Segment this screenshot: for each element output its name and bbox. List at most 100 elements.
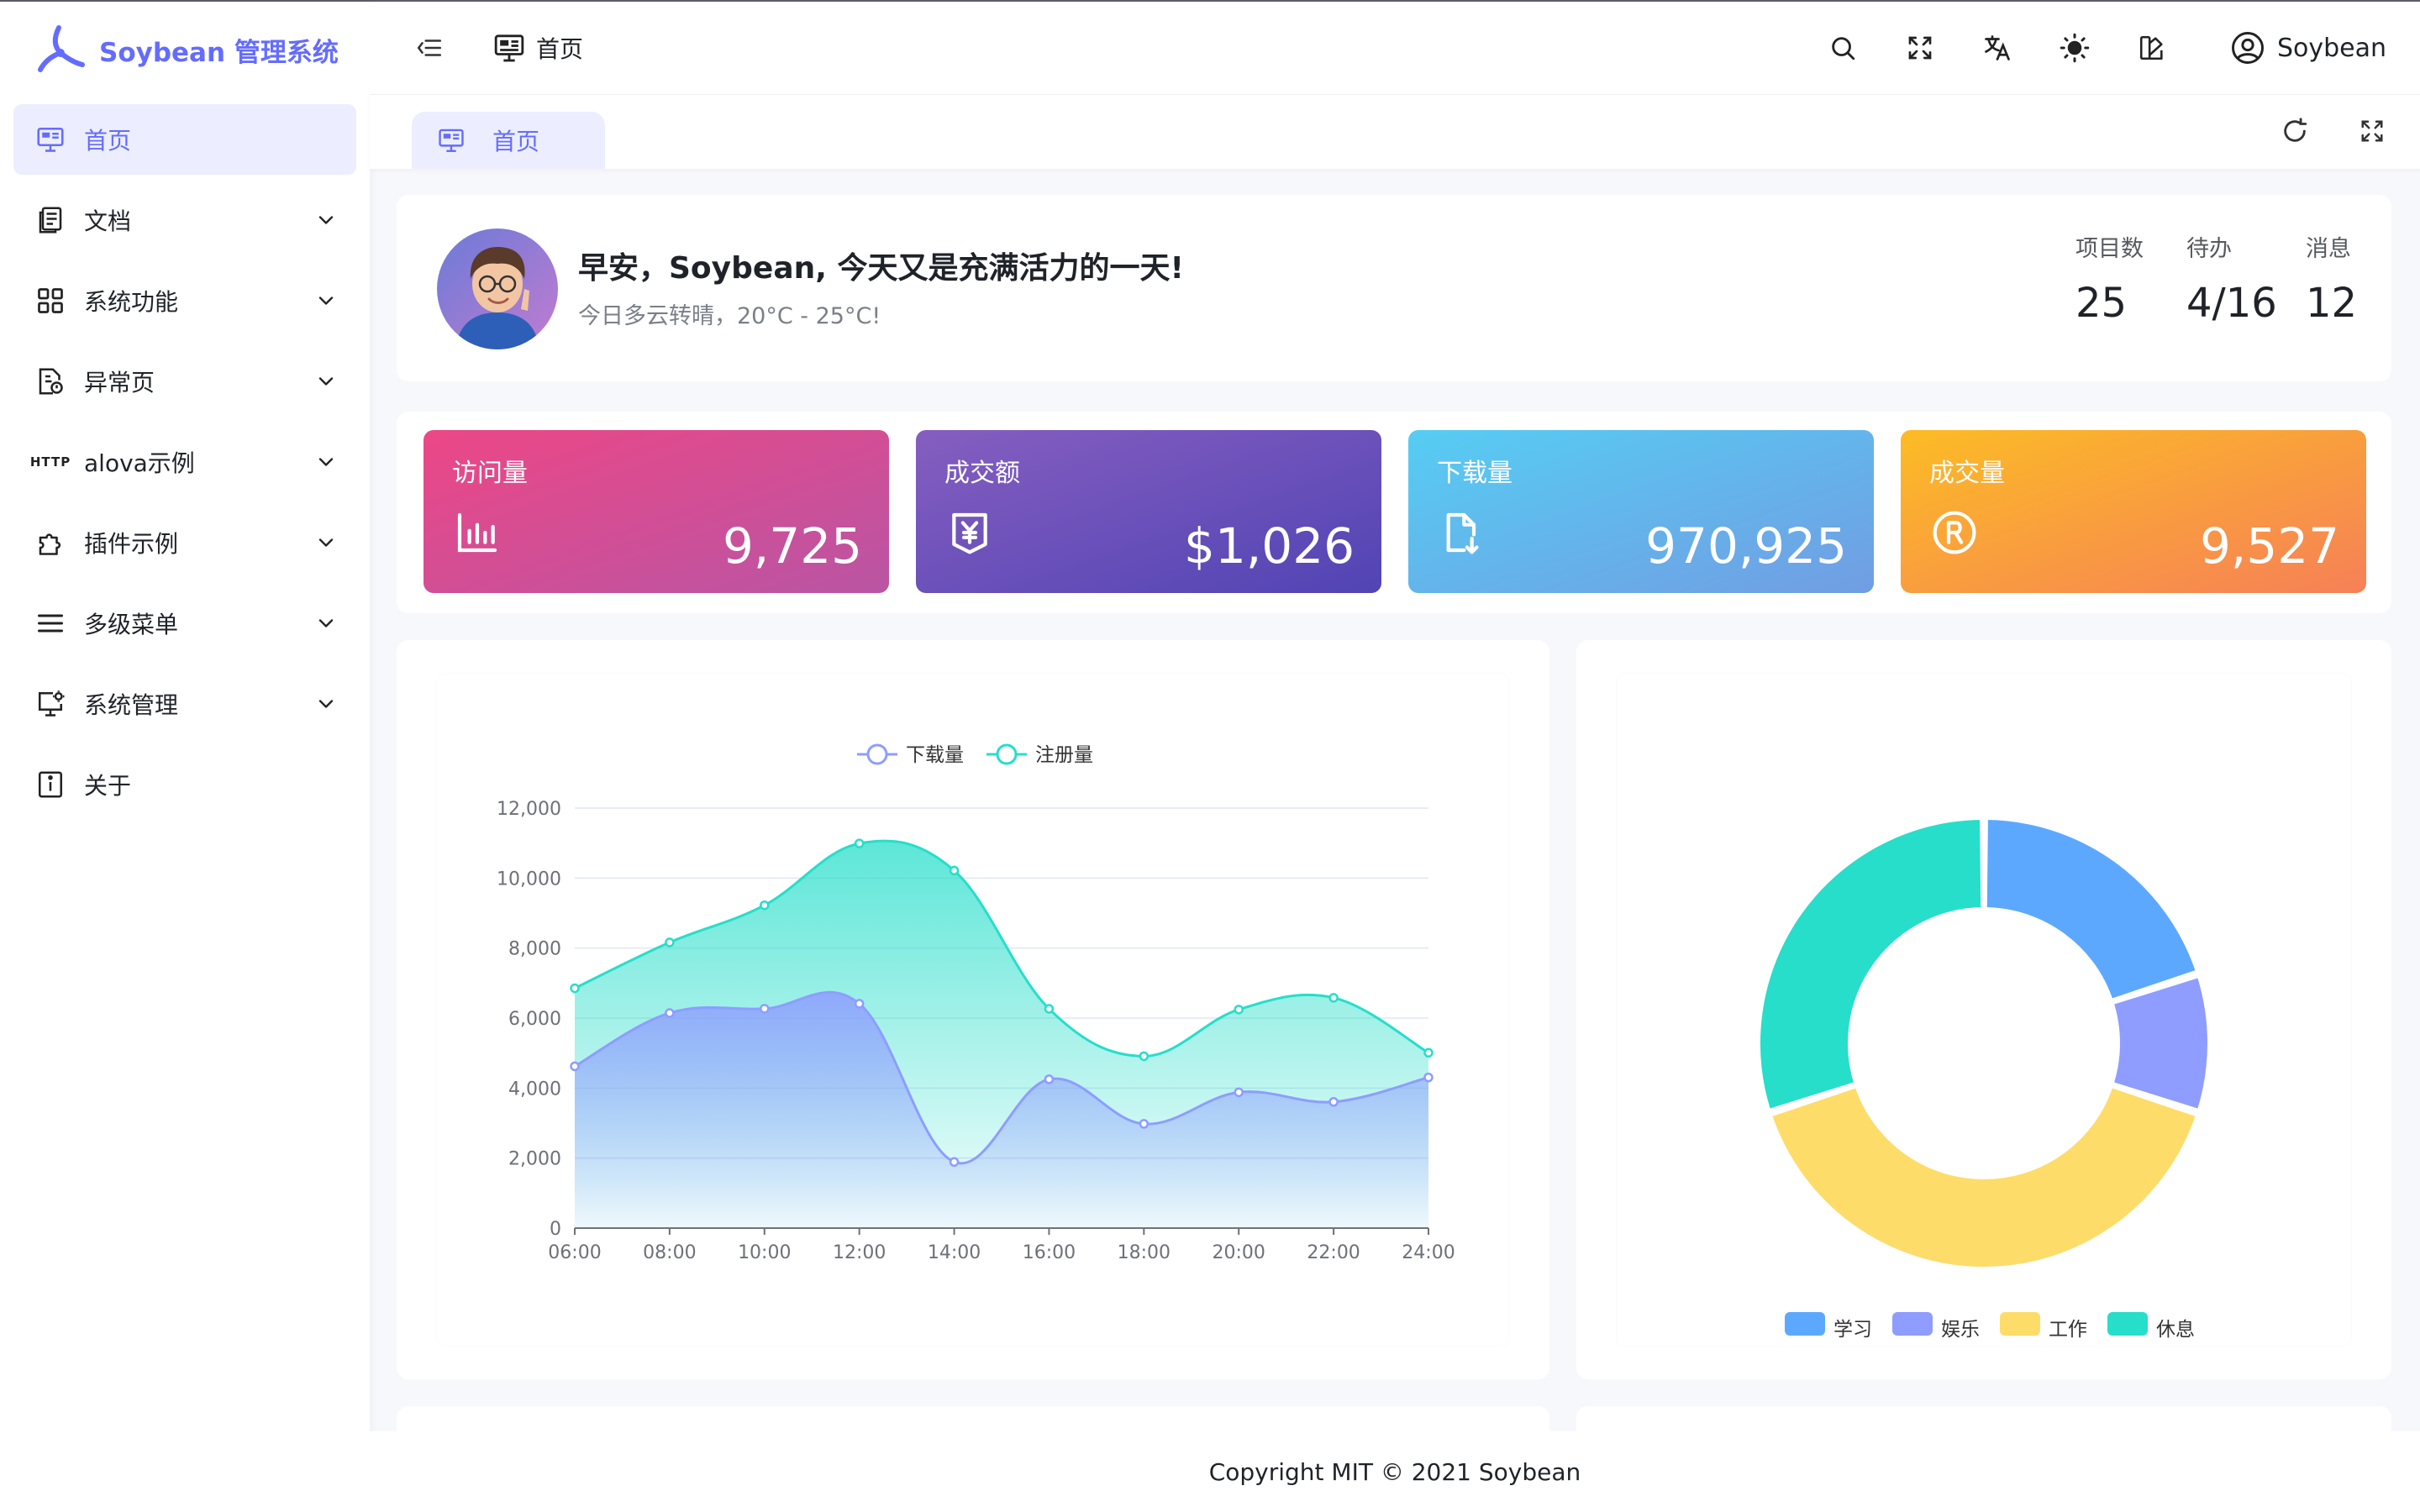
kpi-title: 下载量	[1437, 459, 1512, 488]
data-point[interactable]	[570, 983, 580, 994]
translate-icon	[1985, 35, 2010, 60]
data-point[interactable]	[665, 1008, 675, 1018]
reload-tab-button[interactable]	[2274, 110, 2316, 152]
x-tick-label: 24:00	[1402, 1242, 1455, 1263]
breadcrumb-label: 首页	[536, 35, 584, 63]
search-button[interactable]	[1822, 27, 1864, 69]
legend-label: 下载量	[906, 744, 964, 766]
sidebar-item-5[interactable]: 插件示例	[13, 507, 356, 578]
user-menu-button[interactable]: Soybean	[2230, 27, 2386, 69]
legend-item-2[interactable]: 工作	[2000, 1312, 2087, 1341]
kpi-card-visits: 访问量 9,725	[424, 430, 889, 593]
legend-item-0[interactable]: 下载量	[857, 743, 964, 766]
chevron-down-icon	[314, 612, 338, 635]
welcome-card: 早安，Soybean, 今天又是充满活力的一天! 今日多云转晴，20°C - 2…	[397, 195, 2391, 381]
fullscreen-button[interactable]	[1899, 27, 1941, 69]
pie-slice-3[interactable]	[1757, 816, 1985, 1113]
sidebar-item-4[interactable]: HTTP alova示例	[13, 427, 356, 497]
theme-mode-button[interactable]	[2054, 27, 2096, 69]
data-point[interactable]	[854, 999, 865, 1009]
data-point[interactable]	[1044, 1074, 1055, 1084]
data-point[interactable]	[1328, 993, 1339, 1003]
bottom-card-left	[397, 1406, 1549, 1431]
kpi-title: 访问量	[452, 459, 528, 488]
http-icon: HTTP	[29, 454, 71, 470]
data-point[interactable]	[760, 900, 770, 911]
legend-label: 工作	[2049, 1319, 2087, 1341]
sidebar-item-7[interactable]: 系统管理	[13, 669, 356, 739]
data-point[interactable]	[570, 1061, 580, 1072]
fullscreen-icon	[2361, 120, 2383, 142]
app-title: Soybean 管理系统	[99, 37, 339, 68]
legend-item-1[interactable]: 注册量	[986, 743, 1093, 766]
legend-label: 娱乐	[1941, 1319, 1980, 1341]
collapse-sidebar-button[interactable]	[408, 27, 450, 69]
tab-home[interactable]: 首页	[412, 112, 605, 169]
chevron-down-icon	[314, 692, 338, 716]
search-icon	[1832, 37, 1855, 60]
app-logo[interactable]: Soybean 管理系统	[34, 20, 339, 79]
pie-chart-card: 学习 娱乐 工作 休息	[1576, 640, 2391, 1379]
sidebar-item-label: 系统功能	[84, 288, 179, 316]
sidebar-item-label: alova示例	[84, 449, 195, 477]
data-point[interactable]	[665, 937, 675, 948]
stat-label: 消息	[2306, 236, 2351, 262]
chevron-down-icon	[314, 450, 338, 474]
sidebar-item-2[interactable]: 系统功能	[13, 265, 356, 336]
user-avatar	[437, 228, 558, 349]
data-point[interactable]	[854, 838, 865, 848]
stat-projects: 项目数 25	[2075, 230, 2144, 327]
y-tick-label: 4,000	[508, 1079, 561, 1100]
data-point[interactable]	[1139, 1051, 1150, 1062]
breadcrumb[interactable]: 首页	[492, 29, 583, 67]
chevron-down-icon	[314, 531, 338, 554]
legend-label: 学习	[1833, 1319, 1872, 1341]
data-point[interactable]	[1044, 1004, 1055, 1014]
legend-item-1[interactable]: 娱乐	[1892, 1312, 1980, 1341]
line-chart-panel: 0 2,000 4,000 6,000 8,000 10,000 12,000 06:00 08…	[437, 674, 1509, 1346]
sidebar-item-label: 关于	[84, 772, 132, 800]
data-point[interactable]	[949, 1157, 960, 1167]
pie-chart[interactable]: 学习 娱乐 工作 休息	[1617, 674, 2351, 1346]
sidebar-item-6[interactable]: 多级菜单	[13, 588, 356, 659]
monitor-icon	[494, 34, 524, 62]
bar-chart-icon	[457, 512, 497, 553]
theme-settings-button[interactable]	[2131, 27, 2173, 69]
stat-todo: 待办 4/16	[2186, 230, 2277, 327]
data-point[interactable]	[1328, 1097, 1339, 1107]
data-point[interactable]	[1234, 1087, 1244, 1098]
fullscreen-icon	[1908, 36, 1932, 60]
maximize-content-button[interactable]	[2351, 110, 2393, 152]
bottom-card-right	[1576, 1406, 2391, 1431]
copyright-text: Copyright MIT © 2021 Soybean	[1208, 1457, 1581, 1486]
y-tick-label: 2,000	[508, 1149, 561, 1170]
language-button[interactable]	[1976, 27, 2018, 69]
pie-slice-0[interactable]	[1983, 816, 2199, 1002]
sidebar-item-8[interactable]: 关于	[13, 749, 356, 820]
line-chart[interactable]: 0 2,000 4,000 6,000 8,000 10,000 12,000 06:00 08…	[437, 674, 1509, 1346]
stat-label: 待办	[2186, 236, 2232, 262]
pie-slice-2[interactable]	[1769, 1084, 2199, 1270]
data-point[interactable]	[1423, 1072, 1434, 1083]
data-point[interactable]	[760, 1004, 770, 1014]
x-tick-label: 12:00	[833, 1242, 886, 1263]
data-point[interactable]	[1139, 1119, 1150, 1129]
refresh-icon	[2284, 118, 2307, 142]
soybean-logo-icon	[38, 25, 85, 72]
y-tick-label: 6,000	[508, 1009, 561, 1030]
sidebar-menu: 首页文档系统功能异常页 HTTP alova示例插件示例多级菜单系统管理关于	[13, 104, 356, 830]
sidebar-item-0[interactable]: 首页	[13, 104, 356, 175]
user-avatar-icon	[2231, 32, 2264, 64]
data-point[interactable]	[1234, 1005, 1244, 1015]
legend-item-3[interactable]: 休息	[2107, 1312, 2195, 1341]
x-tick-label: 08:00	[643, 1242, 696, 1263]
stat-messages: 消息 12	[2306, 230, 2357, 327]
data-point[interactable]	[1423, 1047, 1434, 1058]
weather-text: 今日多云转晴，20°C - 25°C!	[578, 303, 881, 329]
top-header: 首页 Soybean	[370, 2, 2420, 94]
data-point[interactable]	[949, 865, 960, 876]
legend-item-0[interactable]: 学习	[1785, 1312, 1872, 1341]
sidebar-item-1[interactable]: 文档	[13, 185, 356, 255]
pie-chart-panel: 学习 娱乐 工作 休息	[1617, 674, 2351, 1346]
sidebar-item-3[interactable]: 异常页	[13, 346, 356, 417]
